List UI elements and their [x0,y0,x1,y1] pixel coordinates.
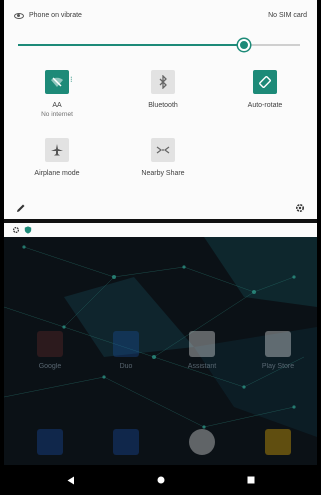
app-google-folder[interactable]: Google [20,331,80,370]
tile-airplane-mode[interactable]: Airplane mode [12,138,102,177]
gear-small-icon [12,226,20,234]
sim-status-text: No SIM card [268,12,307,19]
chevron-right-icon: ⁝ [70,75,73,84]
camera-icon [265,429,291,455]
tile-label: Nearby Share [141,170,185,177]
app-assistant[interactable]: Assistant [172,331,232,370]
phone-icon [37,429,63,455]
gear-icon[interactable] [295,200,305,218]
app-label: Assistant [187,363,217,370]
auto-rotate-icon [253,70,277,94]
app-duo[interactable]: Duo [96,331,156,370]
tile-wifi[interactable]: ⁝ AA No internet [12,70,102,118]
app-camera[interactable] [248,429,308,455]
tile-auto-rotate[interactable]: Auto-rotate [220,70,310,109]
app-phone[interactable] [20,429,80,455]
recents-button[interactable] [236,465,266,495]
shield-icon [24,226,32,234]
home-circle-icon [157,476,165,484]
recents-square-icon [247,476,255,484]
tile-label: Bluetooth [148,102,178,109]
tile-nearby-share[interactable]: Nearby Share [118,138,208,177]
wifi-off-icon [45,70,69,94]
home-screen: Google Duo Assistant Play Store [4,223,317,495]
wallpaper: Google Duo Assistant Play Store [4,237,317,465]
nearby-share-icon [151,138,175,162]
tile-sublabel: No internet [41,111,73,118]
brightness-track-filled [18,44,244,46]
tile-bluetooth[interactable]: Bluetooth [118,70,208,109]
tile-label: Airplane mode [34,170,80,177]
quick-settings-panel: Phone on vibrate No SIM card ⁝ AA No int… [4,0,317,219]
assistant-icon [189,331,215,357]
brightness-slider[interactable] [18,39,300,51]
messages-icon [113,429,139,455]
tile-label: Auto-rotate [247,102,283,109]
chrome-icon [189,429,215,455]
app-label: Play Store [261,363,295,370]
navigation-bar [4,465,317,495]
play-store-icon [265,331,291,357]
ringer-status-text: Phone on vibrate [29,12,82,19]
eye-icon [14,12,24,19]
google-folder-icon [37,331,63,357]
tile-label: AA [52,102,62,109]
mini-status-bar [4,223,317,237]
home-button[interactable] [146,465,176,495]
app-label: Duo [119,363,133,370]
brightness-track-empty [244,44,300,46]
back-button[interactable] [56,465,86,495]
qs-status-bar: Phone on vibrate No SIM card [14,12,307,26]
back-triangle-icon [67,476,74,484]
app-chrome[interactable] [172,429,232,455]
edit-pencil-icon[interactable] [16,200,26,218]
brightness-thumb[interactable] [238,39,250,51]
app-label: Google [38,363,62,370]
duo-icon [113,331,139,357]
bluetooth-icon [151,70,175,94]
app-play-store[interactable]: Play Store [248,331,308,370]
airplane-icon [45,138,69,162]
app-messages[interactable] [96,429,156,455]
